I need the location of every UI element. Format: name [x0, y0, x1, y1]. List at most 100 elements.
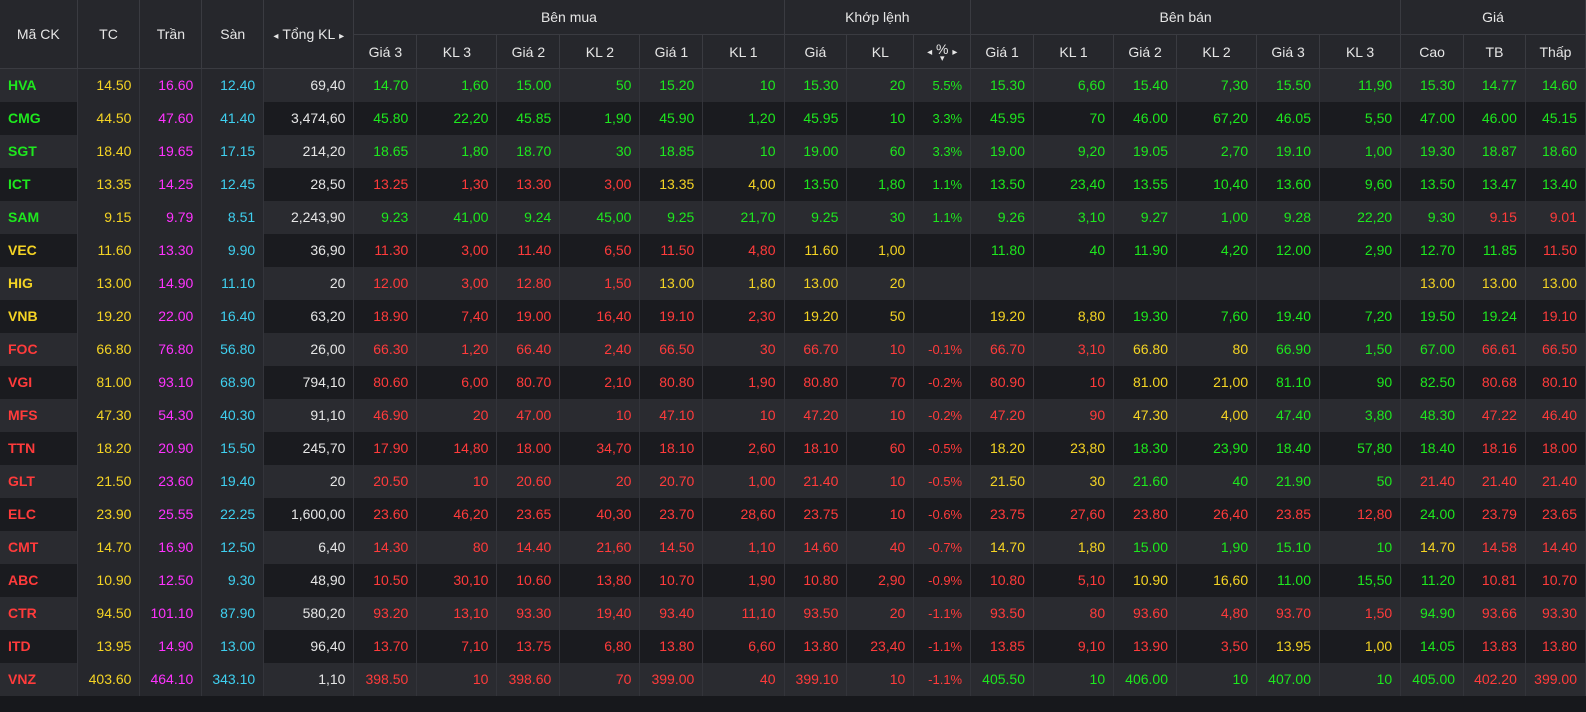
sell-vol-1-cell: 1,80 [1033, 530, 1115, 564]
high-price-cell: 405.00 [1400, 662, 1465, 696]
table-row[interactable]: ICT 13.35 14.25 12.45 28,50 13.25 1,30 13.30 3,0… [0, 167, 1586, 201]
col-header-sell-vol-3[interactable]: KL 3 [1319, 34, 1402, 69]
symbol-cell[interactable]: GLT [0, 464, 78, 498]
col-header-symbol[interactable]: Mã CK [0, 0, 78, 69]
table-row[interactable]: MFS 47.30 54.30 40.30 91,10 46.90 20 47.00 10 47.… [0, 398, 1586, 432]
table-row[interactable]: SAM 9.15 9.79 8.51 2,243,90 9.23 41,00 9.24 45,0… [0, 200, 1586, 234]
change-pct-cell [913, 266, 972, 300]
table-row[interactable]: VNZ 403.60 464.10 343.10 1,10 398.50 10 398.60 7… [0, 662, 1586, 696]
sell-vol-2-cell: 40 [1176, 464, 1258, 498]
table-row[interactable]: HIG 13.00 14.90 11.10 20 12.00 3,00 12.80 1,50 13… [0, 266, 1586, 300]
symbol-cell[interactable]: HIG [0, 266, 78, 300]
buy-price-3-cell: 12.00 [353, 266, 418, 300]
col-header-low[interactable]: Thấp [1525, 34, 1586, 69]
reference-cell: 21.50 [77, 464, 141, 498]
scroll-right-icon[interactable]: ▸ [339, 31, 344, 42]
symbol-cell[interactable]: HVA [0, 68, 78, 102]
col-header-reference[interactable]: TC [77, 0, 141, 69]
table-row[interactable]: CMT 14.70 16.90 12.50 6,40 14.30 80 14.40 21,60 1… [0, 530, 1586, 564]
table-row[interactable]: ELC 23.90 25.55 22.25 1,600,00 23.60 46,20 23.6… [0, 497, 1586, 531]
floor-cell: 17.15 [201, 134, 265, 168]
sell-vol-3-cell: 57,80 [1319, 431, 1402, 465]
col-header-sell-price-1[interactable]: Giá 1 [970, 34, 1034, 69]
match-price-cell: 93.50 [784, 596, 848, 630]
symbol-cell[interactable]: VNZ [0, 662, 78, 696]
symbol-cell[interactable]: ITD [0, 629, 78, 663]
reference-cell: 44.50 [77, 101, 141, 135]
col-header-high[interactable]: Cao [1400, 34, 1465, 69]
sell-price-1-cell: 14.70 [970, 530, 1034, 564]
col-header-change-pct[interactable]: ◂ % ▾ ▸ [913, 34, 972, 69]
sell-price-1-cell: 13.85 [970, 629, 1034, 663]
table-row[interactable]: CMG 44.50 47.60 41.40 3,474,60 45.80 22,20 45.8… [0, 101, 1586, 135]
symbol-cell[interactable]: SGT [0, 134, 78, 168]
sell-vol-3-cell: 15,50 [1319, 563, 1402, 597]
col-header-buy-vol-1[interactable]: KL 1 [702, 34, 785, 69]
low-price-cell: 46.40 [1525, 398, 1586, 432]
symbol-cell[interactable]: ICT [0, 167, 78, 201]
sell-price-2-cell: 13.90 [1113, 629, 1177, 663]
symbol-cell[interactable]: TTN [0, 431, 78, 465]
sell-price-2-cell: 10.90 [1113, 563, 1177, 597]
table-row[interactable]: SGT 18.40 19.65 17.15 214,20 18.65 1,80 18.70 30… [0, 134, 1586, 168]
sell-vol-1-cell: 90 [1033, 398, 1115, 432]
symbol-cell[interactable]: ELC [0, 497, 78, 531]
col-header-buy-price-1[interactable]: Giá 1 [639, 34, 704, 69]
symbol-cell[interactable]: SAM [0, 200, 78, 234]
col-header-floor[interactable]: Sàn [201, 0, 265, 69]
col-header-buy-price-2[interactable]: Giá 2 [496, 34, 561, 69]
buy-price-3-cell: 93.20 [353, 596, 418, 630]
table-row[interactable]: VGI 81.00 93.10 68.90 794,10 80.60 6,00 80.70 2,… [0, 365, 1586, 399]
symbol-cell[interactable]: VGI [0, 365, 78, 399]
scroll-left-icon[interactable]: ◂ [273, 31, 278, 42]
sell-vol-2-cell: 67,20 [1176, 101, 1258, 135]
col-header-sell-vol-2[interactable]: KL 2 [1176, 34, 1258, 69]
col-header-sell-price-2[interactable]: Giá 2 [1113, 34, 1177, 69]
table-row[interactable]: ITD 13.95 14.90 13.00 96,40 13.70 7,10 13.75 6,8… [0, 629, 1586, 663]
col-header-match-vol[interactable]: KL [846, 34, 915, 69]
sell-price-3-cell: 81.10 [1256, 365, 1320, 399]
floor-cell: 12.40 [201, 68, 265, 102]
toggle-right-icon[interactable]: ▸ [952, 47, 957, 58]
symbol-cell[interactable]: CTR [0, 596, 78, 630]
low-price-cell: 14.40 [1525, 530, 1586, 564]
symbol-cell[interactable]: ABC [0, 563, 78, 597]
symbol-cell[interactable]: MFS [0, 398, 78, 432]
symbol-cell[interactable]: VEC [0, 233, 78, 267]
symbol-cell[interactable]: VNB [0, 299, 78, 333]
total-volume-cell: 96,40 [263, 629, 355, 663]
table-row[interactable]: VNB 19.20 22.00 16.40 63,20 18.90 7,40 19.00 16,… [0, 299, 1586, 333]
table-row[interactable]: VEC 11.60 13.30 9.90 36,90 11.30 3,00 11.40 6,50… [0, 233, 1586, 267]
buy-vol-1-cell: 2,60 [702, 431, 785, 465]
symbol-cell[interactable]: CMG [0, 101, 78, 135]
col-header-buy-vol-3[interactable]: KL 3 [416, 34, 498, 69]
table-row[interactable]: ABC 10.90 12.50 9.30 48,90 10.50 30,10 10.60 13,… [0, 563, 1586, 597]
match-vol-cell: 10 [846, 332, 915, 366]
high-price-cell: 13.50 [1400, 167, 1465, 201]
table-row[interactable]: FOC 66.80 76.80 56.80 26,00 66.30 1,20 66.40 2,4… [0, 332, 1586, 366]
col-header-match-price[interactable]: Giá [784, 34, 848, 69]
col-header-sell-price-3[interactable]: Giá 3 [1256, 34, 1320, 69]
toggle-left-icon[interactable]: ◂ [927, 47, 932, 58]
table-row[interactable]: CTR 94.50 101.10 87.90 580,20 93.20 13,10 93.30… [0, 596, 1586, 630]
col-header-total-volume[interactable]: ◂ Tổng KL ▸ [263, 0, 355, 69]
col-header-buy-price-3[interactable]: Giá 3 [353, 34, 418, 69]
table-row[interactable]: HVA 14.50 16.60 12.40 69,40 14.70 1,60 15.00 50 1… [0, 68, 1586, 102]
sell-vol-2-cell: 1,90 [1176, 530, 1258, 564]
col-header-sell-vol-1[interactable]: KL 1 [1033, 34, 1115, 69]
sell-price-1-cell: 11.80 [970, 233, 1034, 267]
buy-price-3-cell: 14.30 [353, 530, 418, 564]
col-header-average[interactable]: TB [1463, 34, 1526, 69]
sell-vol-1-cell [1033, 266, 1115, 300]
reference-cell: 11.60 [77, 233, 141, 267]
symbol-cell[interactable]: CMT [0, 530, 78, 564]
col-header-buy-vol-2[interactable]: KL 2 [559, 34, 641, 69]
table-row[interactable]: TTN 18.20 20.90 15.50 245,70 17.90 14,80 18.00 3… [0, 431, 1586, 465]
floor-cell: 13.00 [201, 629, 265, 663]
match-vol-cell: 20 [846, 266, 915, 300]
reference-cell: 18.40 [77, 134, 141, 168]
col-header-ceiling[interactable]: Trần [139, 0, 203, 69]
table-row[interactable]: GLT 21.50 23.60 19.40 20 20.50 10 20.60 20 20.70 1… [0, 464, 1586, 498]
symbol-cell[interactable]: FOC [0, 332, 78, 366]
sell-price-3-cell: 13.60 [1256, 167, 1320, 201]
